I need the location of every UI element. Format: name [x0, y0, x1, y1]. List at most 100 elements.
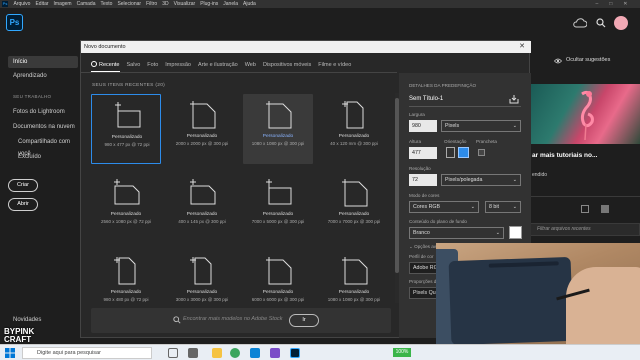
- tab-art[interactable]: Arte e ilustração: [198, 59, 238, 71]
- document-preset-icon: [115, 102, 141, 128]
- cloud-icon[interactable]: [573, 17, 587, 28]
- portrait-orientation-icon[interactable]: [446, 147, 455, 158]
- recent-preset-tile[interactable]: Personalizado 2560 x 1080 px @ 72 ppi: [91, 172, 161, 242]
- tab-mobile[interactable]: Dispositivos móveis: [263, 59, 311, 71]
- menu-texto[interactable]: Texto: [100, 1, 112, 7]
- recent-preset-tile[interactable]: Personalizado 40 x 120 mm @ 300 ppi: [319, 94, 389, 164]
- landscape-orientation-icon[interactable]: [458, 147, 469, 158]
- recent-preset-tile[interactable]: Personalizado 2000 x 2000 px @ 300 ppi: [167, 94, 237, 164]
- recent-preset-tile[interactable]: Personalizado 6000 x 6000 px @ 300 ppi: [243, 250, 313, 304]
- hide-suggestions-link[interactable]: Ocultar sugestões: [566, 57, 610, 63]
- cortana-icon[interactable]: [168, 348, 178, 358]
- tutorial-card-sub: endido: [532, 172, 548, 178]
- sidebar-item-news[interactable]: Novidades: [8, 314, 78, 326]
- watermark-logo: BYPINK CRAFT: [4, 327, 35, 344]
- menu-editar[interactable]: Editar: [35, 1, 48, 7]
- menu-filtro[interactable]: Filtro: [146, 1, 157, 7]
- menu-3d[interactable]: 3D: [162, 1, 168, 7]
- recent-preset-tile[interactable]: Personalizado 1080 x 1080 px @ 300 ppi: [243, 94, 313, 164]
- preset-heading: DETALHES DA PREDEFINIÇÃO: [409, 83, 477, 88]
- sidebar-item-lightroom[interactable]: Fotos do Lightroom: [8, 106, 78, 118]
- tutorial-thumbnail[interactable]: [530, 84, 640, 144]
- save-preset-icon[interactable]: [509, 94, 519, 104]
- create-button[interactable]: Criar: [8, 179, 38, 192]
- menu-visualizar[interactable]: Visualizar: [174, 1, 196, 7]
- maximize-icon[interactable]: □: [609, 1, 618, 7]
- document-name[interactable]: Sem Título-1: [409, 96, 443, 102]
- sidebar-item-aprendizado[interactable]: Aprendizado: [8, 70, 78, 82]
- filter-recent-input[interactable]: Filtrar arquivos recentes: [530, 223, 640, 236]
- grid-view-icon[interactable]: [601, 205, 609, 213]
- sidebar-item-cloud-docs[interactable]: Documentos na nuvem: [8, 121, 78, 133]
- color-profile-label: Perfil de cor: [409, 254, 434, 259]
- document-preset-icon: [114, 179, 140, 205]
- document-preset-icon: [190, 257, 212, 285]
- ps-small-icon: Ps: [2, 1, 8, 7]
- width-input[interactable]: 980: [409, 120, 437, 132]
- chevron-down-icon: ⌄: [512, 177, 517, 183]
- list-view-icon[interactable]: [581, 205, 589, 213]
- bit-depth-select[interactable]: 8 bit ⌄: [485, 201, 521, 213]
- photoshop-taskbar-icon[interactable]: [290, 348, 300, 358]
- tab-web[interactable]: Web: [245, 59, 256, 71]
- tab-underline: [81, 72, 397, 73]
- resolution-input[interactable]: 72: [409, 174, 437, 186]
- tab-recent[interactable]: Recente: [91, 59, 120, 72]
- avatar[interactable]: [614, 16, 628, 30]
- recent-preset-tile[interactable]: Personalizado 1080 x 1080 px @ 300 ppi: [319, 250, 389, 304]
- chevron-down-icon: ⌄: [470, 204, 475, 210]
- menu-imagem[interactable]: Imagem: [54, 1, 72, 7]
- artboards-checkbox[interactable]: [478, 149, 485, 156]
- background-color-swatch[interactable]: [509, 226, 522, 239]
- tile-size: 400 x 145 px @ 300 ppi: [178, 219, 226, 224]
- artboards-label: Prancheta: [476, 139, 497, 144]
- menu-camada[interactable]: Camada: [77, 1, 96, 7]
- recent-preset-tile[interactable]: Personalizado 3000 x 3000 px @ 300 ppi: [167, 250, 237, 304]
- recent-preset-tile[interactable]: Personalizado 980 x 477 px @ 72 ppi: [91, 94, 161, 164]
- app-icon[interactable]: [270, 348, 280, 358]
- tile-size: 40 x 120 mm @ 300 ppi: [330, 141, 378, 146]
- background-label: Conteúdo do plano de fundo: [409, 219, 467, 224]
- tab-photo[interactable]: Foto: [147, 59, 158, 71]
- tab-saved[interactable]: Salvo: [127, 59, 141, 71]
- edge-icon[interactable]: [250, 348, 260, 358]
- chevron-down-icon: ⌄: [495, 230, 500, 236]
- taskbar-search-input[interactable]: Digite aqui para pesquisar: [22, 347, 152, 359]
- tile-name: Personalizado: [338, 290, 370, 295]
- search-icon[interactable]: [596, 18, 606, 28]
- sidebar-item-inicio[interactable]: Início: [8, 56, 78, 68]
- chrome-icon[interactable]: [230, 348, 240, 358]
- stock-search-input[interactable]: Encontrar mais modelos no Adobe Stock: [183, 316, 282, 322]
- task-view-icon[interactable]: [188, 348, 198, 358]
- recent-preset-tile[interactable]: Personalizado 400 x 145 px @ 300 ppi: [167, 172, 237, 242]
- orientation-label: Orientação: [444, 139, 467, 144]
- close-icon[interactable]: ✕: [517, 41, 527, 53]
- menu-arquivo[interactable]: Arquivo: [14, 1, 31, 7]
- sidebar-item-deleted[interactable]: Excluído: [8, 151, 78, 163]
- tutorial-card-title[interactable]: ar mais tutoriais no...: [532, 152, 597, 159]
- recent-preset-tile[interactable]: Personalizado 7000 x 7000 px @ 300 ppi: [319, 172, 389, 242]
- tile-name: Personalizado: [262, 290, 294, 295]
- go-button[interactable]: Ir: [289, 314, 319, 327]
- windows-start-icon[interactable]: [5, 348, 15, 358]
- recent-preset-tile[interactable]: Personalizado 980 x 480 px @ 72 ppi: [91, 250, 161, 304]
- resolution-unit-select[interactable]: Pixels/polegada ⌄: [441, 174, 521, 186]
- background-select[interactable]: Branco ⌄: [409, 227, 504, 239]
- menu-selecionar[interactable]: Selecionar: [117, 1, 141, 7]
- sidebar-item-shared[interactable]: Compartilhado com você: [8, 136, 78, 157]
- menu-janela[interactable]: Janela: [223, 1, 238, 7]
- tile-size: 2000 x 2000 px @ 300 ppi: [175, 141, 229, 146]
- width-unit-select[interactable]: Pixels ⌄: [441, 120, 521, 132]
- preset-tabs: Recente Salvo Foto Impressão Arte e ilustraç…: [91, 59, 358, 72]
- recent-preset-tile[interactable]: Personalizado 7000 x 5000 px @ 300 ppi: [243, 172, 313, 242]
- color-mode-select[interactable]: Cores RGB ⌄: [409, 201, 479, 213]
- menu-ajuda[interactable]: Ajuda: [243, 1, 256, 7]
- height-input[interactable]: 477: [409, 147, 437, 159]
- menu-plugins[interactable]: Plug-ins: [200, 1, 218, 7]
- close-window-icon[interactable]: ✕: [623, 1, 633, 7]
- tab-film[interactable]: Filme e vídeo: [318, 59, 351, 71]
- minimize-icon[interactable]: –: [595, 1, 604, 7]
- open-button[interactable]: Abrir: [8, 198, 38, 211]
- file-explorer-icon[interactable]: [212, 348, 222, 358]
- tab-print[interactable]: Impressão: [165, 59, 191, 71]
